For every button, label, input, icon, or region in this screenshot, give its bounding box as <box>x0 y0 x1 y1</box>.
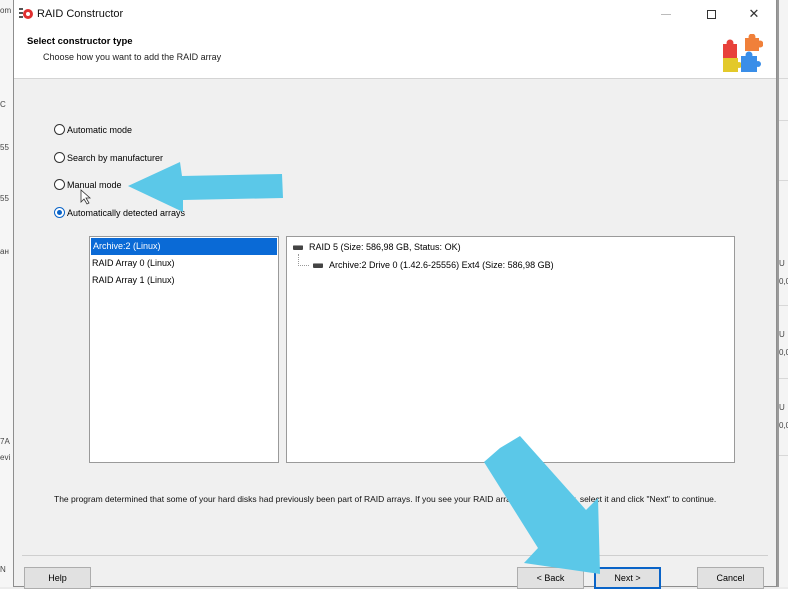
radio-button[interactable] <box>54 179 65 190</box>
divider <box>779 120 788 121</box>
radio-search-by-manufacturer[interactable]: Search by manufacturer <box>54 152 163 163</box>
radio-automatically-detected-arrays[interactable]: Automatically detected arrays <box>54 207 185 218</box>
radio-label: Manual mode <box>67 179 122 190</box>
divider <box>779 180 788 181</box>
background-text: U <box>779 330 785 339</box>
divider <box>779 378 788 379</box>
radio-label: Automatically detected arrays <box>67 207 186 218</box>
detected-arrays-list[interactable]: Archive:2 (Linux) RAID Array 0 (Linux) R… <box>89 236 279 463</box>
background-text: 7A <box>0 437 10 446</box>
background-text: N <box>0 565 6 574</box>
raid-app-icon <box>19 8 33 19</box>
window-title: RAID Constructor <box>37 8 124 20</box>
divider <box>779 78 788 79</box>
raid-drive-icon <box>293 244 303 250</box>
background-text: U <box>779 259 785 268</box>
page-subtitle: Choose how you want to add the RAID arra… <box>43 52 222 62</box>
close-button[interactable]: ✕ <box>732 0 776 28</box>
page-title: Select constructor type <box>27 36 133 47</box>
radio-button[interactable] <box>54 152 65 163</box>
list-item[interactable]: RAID Array 1 (Linux) <box>90 272 278 289</box>
background-text: 55 <box>0 194 9 203</box>
background-text: C <box>0 100 6 109</box>
radio-manual-mode[interactable]: Manual mode <box>54 179 122 190</box>
disk-drive-icon <box>313 262 323 268</box>
info-message: The program determined that some of your… <box>54 494 717 504</box>
background-text: U <box>779 403 785 412</box>
footer-divider <box>22 555 768 556</box>
divider <box>779 455 788 456</box>
cancel-button[interactable]: Cancel <box>697 567 764 589</box>
title-bar[interactable]: RAID Constructor ✕ <box>14 0 776 28</box>
back-button[interactable]: < Back <box>517 567 584 589</box>
raid-constructor-dialog: RAID Constructor ✕ Select constructor ty… <box>13 0 777 589</box>
list-item[interactable]: RAID Array 0 (Linux) <box>90 255 278 272</box>
next-button[interactable]: Next > <box>594 567 661 589</box>
background-text: 0,0 <box>779 421 788 430</box>
radio-button-checked[interactable] <box>54 207 65 218</box>
radio-button[interactable] <box>54 124 65 135</box>
array-details-tree[interactable]: RAID 5 (Size: 586,98 GB, Status: OK) Arc… <box>286 236 735 463</box>
background-text: 55 <box>0 143 9 152</box>
minimize-icon <box>661 13 671 15</box>
background-text: 0,0 <box>779 277 788 286</box>
maximize-icon <box>706 9 716 19</box>
radio-label: Search by manufacturer <box>67 152 164 163</box>
tree-node-label: RAID 5 (Size: 586,98 GB, Status: OK) <box>309 242 461 252</box>
tree-node-label: Archive:2 Drive 0 (1.42.6-25556) Ext4 (S… <box>329 260 554 270</box>
background-text: om <box>0 6 12 15</box>
background-left-panel: om C 55 55 ан 7A evi N <box>0 0 14 587</box>
background-right-panel: U 0,0 U 0,0 U 0,0 <box>777 0 788 587</box>
tree-node-drive[interactable]: Archive:2 Drive 0 (1.42.6-25556) Ext4 (S… <box>313 260 554 270</box>
tree-node-raid[interactable]: RAID 5 (Size: 586,98 GB, Status: OK) <box>293 242 461 252</box>
minimize-button[interactable] <box>644 0 688 28</box>
background-text: evi <box>0 453 11 462</box>
background-text: 0,0 <box>779 348 788 357</box>
list-item[interactable]: Archive:2 (Linux) <box>91 238 277 255</box>
puzzle-pieces-icon <box>723 34 763 72</box>
wizard-header: Select constructor type Choose how you w… <box>14 28 776 79</box>
help-button[interactable]: Help <box>24 567 91 589</box>
radio-automatic-mode[interactable]: Automatic mode <box>54 124 132 135</box>
radio-label: Automatic mode <box>67 124 133 135</box>
background-text: ан <box>0 247 9 256</box>
maximize-button[interactable] <box>689 0 733 28</box>
tree-connector <box>298 254 309 266</box>
divider <box>779 305 788 306</box>
close-icon: ✕ <box>748 6 760 21</box>
